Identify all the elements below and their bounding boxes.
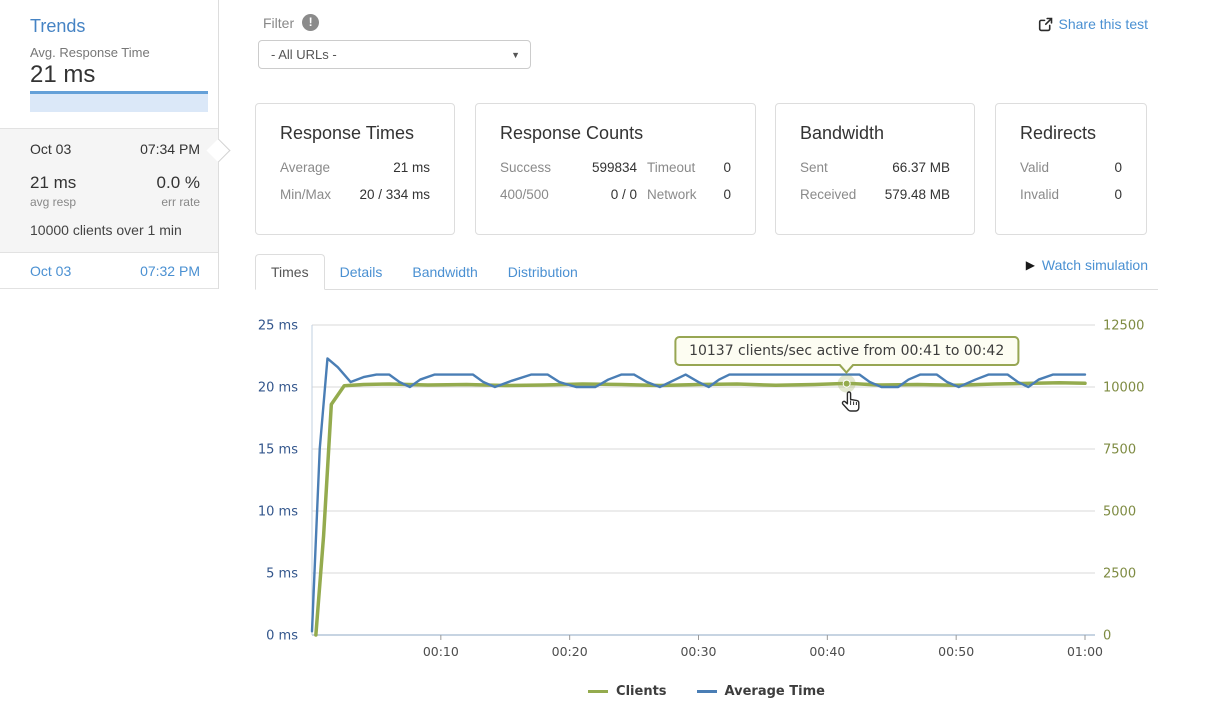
legend-label: Average Time bbox=[724, 684, 825, 699]
stat-value: 0 bbox=[723, 160, 731, 175]
svg-text:5 ms: 5 ms bbox=[266, 567, 298, 582]
trend-time: 07:32 PM bbox=[140, 262, 200, 279]
stat-value: 579.48 MB bbox=[884, 187, 950, 202]
svg-text:00:20: 00:20 bbox=[552, 644, 588, 659]
card-bandwidth: Bandwidth Sent 66.37 MB Received 579.48 … bbox=[775, 103, 975, 235]
legend-item-clients[interactable]: Clients bbox=[588, 684, 667, 699]
card-response-times: Response Times Average 21 ms Min/Max 20 … bbox=[255, 103, 455, 235]
card-title: Redirects bbox=[1020, 123, 1097, 143]
play-icon: ▶ bbox=[1025, 258, 1035, 272]
filter-label: Filter bbox=[263, 14, 295, 31]
trend-date: Oct 03 bbox=[30, 141, 72, 157]
trend-time: 07:34 PM bbox=[140, 141, 200, 157]
svg-text:0: 0 bbox=[1103, 629, 1111, 644]
trend-date: Oct 03 bbox=[30, 262, 72, 279]
card-title: Bandwidth bbox=[800, 123, 885, 143]
svg-text:00:40: 00:40 bbox=[809, 644, 845, 659]
times-chart: 0 ms 0 5 ms 2500 10 ms 5000 15 ms 7500 20 ms 1000… bbox=[255, 310, 1158, 676]
watch-simulation-link[interactable]: ▶ Watch simulation bbox=[1026, 257, 1148, 273]
stat-label: Sent bbox=[800, 160, 828, 175]
clients-line-swatch bbox=[588, 690, 609, 693]
cursor-hand-icon bbox=[841, 390, 860, 412]
card-title: Response Counts bbox=[500, 123, 644, 143]
svg-text:00:30: 00:30 bbox=[680, 644, 716, 659]
stat-label: Valid bbox=[1020, 160, 1050, 175]
svg-text:0 ms: 0 ms bbox=[266, 629, 298, 644]
svg-text:7500: 7500 bbox=[1103, 443, 1136, 458]
stat-label: Min/Max bbox=[280, 187, 332, 202]
average-time-line-swatch bbox=[696, 690, 717, 693]
svg-text:2500: 2500 bbox=[1103, 567, 1136, 582]
trend-item-previous[interactable]: Oct 03 07:32 PM bbox=[0, 253, 218, 289]
url-filter-select[interactable]: - All URLs - ▼ bbox=[258, 40, 531, 69]
legend-item-average-time[interactable]: Average Time bbox=[696, 684, 825, 699]
svg-text:01:00: 01:00 bbox=[1067, 644, 1103, 659]
chart-tabs: Times Details Bandwidth Distribution bbox=[255, 253, 1158, 290]
legend-label: Clients bbox=[616, 684, 667, 699]
card-title: Response Times bbox=[280, 123, 415, 143]
stat-value: 599834 bbox=[591, 160, 637, 175]
trends-title[interactable]: Trends bbox=[30, 16, 85, 37]
share-icon bbox=[1038, 17, 1052, 31]
card-response-counts: Response Counts Success 599834 Timeout 0… bbox=[475, 103, 756, 235]
svg-text:10000: 10000 bbox=[1103, 381, 1144, 396]
stat-label: 400/500 bbox=[500, 187, 549, 202]
url-filter-value: - All URLs - bbox=[271, 47, 337, 62]
svg-text:12500: 12500 bbox=[1103, 319, 1144, 334]
share-label: Share this test bbox=[1058, 16, 1149, 32]
stat-label: Invalid bbox=[1020, 187, 1060, 202]
stat-label: Network bbox=[647, 187, 697, 202]
stat-value: 0 bbox=[1114, 187, 1122, 202]
stat-value: 21 ms bbox=[393, 160, 430, 175]
filter-info-icon[interactable]: ! bbox=[302, 14, 320, 31]
card-redirects: Redirects Valid 0 Invalid 0 bbox=[995, 103, 1147, 235]
svg-text:10 ms: 10 ms bbox=[258, 505, 298, 520]
trends-metric-value: 21 ms bbox=[30, 61, 96, 88]
trend-summary: 10000 clients over 1 min bbox=[30, 222, 182, 238]
stat-value: 0 bbox=[1114, 160, 1122, 175]
trend-avg-label: avg resp bbox=[30, 195, 77, 209]
tab-details[interactable]: Details bbox=[325, 255, 398, 289]
stat-label: Timeout bbox=[647, 160, 696, 175]
stat-value: 0 / 0 bbox=[610, 187, 637, 202]
chart-legend: Clients Average Time bbox=[255, 684, 1158, 699]
trends-sparkline bbox=[30, 91, 208, 112]
stat-label: Average bbox=[280, 160, 331, 175]
selected-trend-arrow-icon bbox=[206, 138, 231, 163]
stat-value: 66.37 MB bbox=[892, 160, 950, 175]
tab-times[interactable]: Times bbox=[255, 254, 325, 290]
trend-err-label: err rate bbox=[161, 195, 200, 209]
svg-text:25 ms: 25 ms bbox=[258, 319, 298, 334]
stat-label: Success bbox=[500, 160, 552, 175]
chart-tooltip: 10137 clients/sec active from 00:41 to 0… bbox=[674, 336, 1020, 374]
svg-text:00:10: 00:10 bbox=[423, 644, 459, 659]
stat-value: 20 / 334 ms bbox=[359, 187, 430, 202]
tab-bandwidth[interactable]: Bandwidth bbox=[397, 255, 492, 289]
trend-avg-value: 21 ms bbox=[30, 173, 77, 192]
stat-label: Received bbox=[800, 187, 857, 202]
svg-text:00:50: 00:50 bbox=[938, 644, 974, 659]
trends-sidebar: Trends Avg. Response Time 21 ms Oct 03 0… bbox=[0, 0, 231, 289]
svg-text:15 ms: 15 ms bbox=[258, 443, 298, 458]
filter-row: Filter ! bbox=[263, 14, 320, 31]
share-test-link[interactable]: Share this test bbox=[1038, 16, 1149, 32]
trend-item-selected[interactable]: Oct 03 07:34 PM 21 ms 0.0 % avg resp err… bbox=[0, 128, 231, 253]
select-caret-icon: ▼ bbox=[511, 49, 520, 60]
tab-distribution[interactable]: Distribution bbox=[493, 255, 593, 289]
trend-err-value: 0.0 % bbox=[156, 173, 200, 192]
svg-text:5000: 5000 bbox=[1103, 505, 1136, 520]
watch-simulation-label: Watch simulation bbox=[1041, 257, 1148, 273]
stat-value: 0 bbox=[723, 187, 731, 202]
svg-text:20 ms: 20 ms bbox=[258, 381, 298, 396]
trends-metric-label: Avg. Response Time bbox=[30, 45, 150, 60]
